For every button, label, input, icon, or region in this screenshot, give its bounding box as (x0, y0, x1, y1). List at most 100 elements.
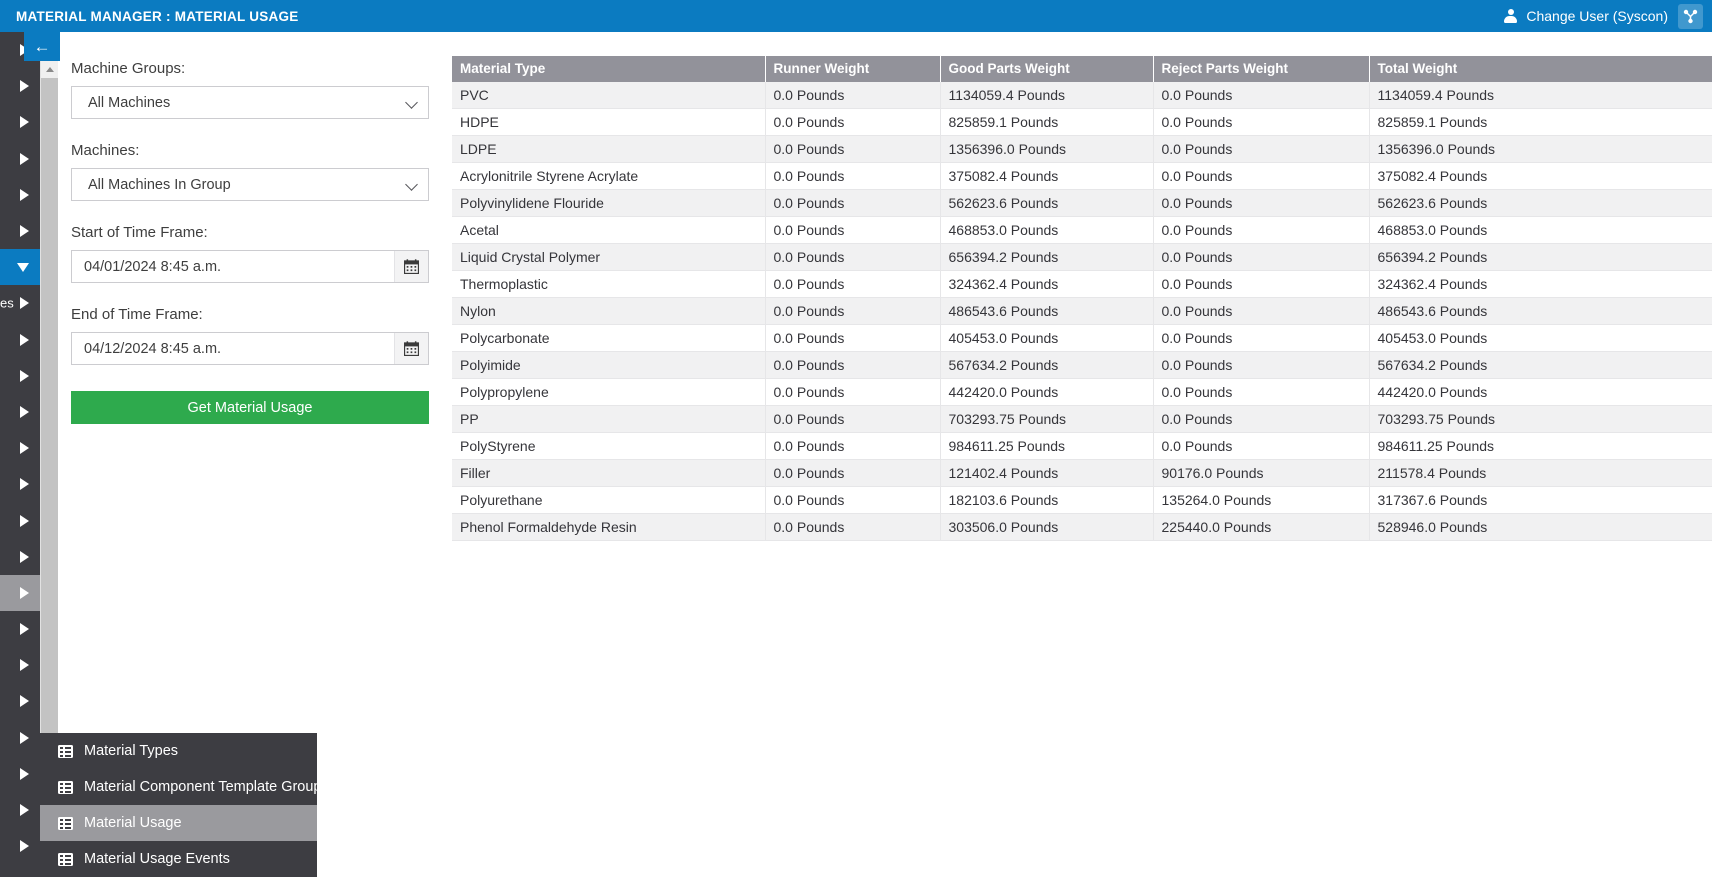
submenu-item-0[interactable]: Material Types (40, 733, 317, 769)
table-row[interactable]: PVC 0.0 Pounds 1134059.4 Pounds 0.0 Pounds 1… (452, 82, 1712, 109)
rail-item-6[interactable] (0, 249, 40, 286)
table-column-header[interactable]: Good Parts Weight (940, 56, 1154, 82)
rail-item-12[interactable] (0, 466, 40, 502)
table-row[interactable]: PolyStyrene 0.0 Pounds 984611.25 Pounds 0.0… (452, 432, 1712, 460)
submenu-item-1[interactable]: Material Component Template Groups (40, 769, 329, 805)
syscon-brand-icon[interactable] (1678, 3, 1703, 29)
rail-item-21[interactable] (0, 792, 40, 828)
submenu-item-2[interactable]: Material Usage (40, 805, 317, 841)
table-cell: Phenol Formaldehyde Resin (452, 513, 766, 541)
rail-item-10[interactable] (0, 394, 40, 430)
chevron-right-icon (20, 333, 29, 346)
header-actions: Change User (Syscon) (1503, 3, 1712, 29)
get-material-usage-button[interactable]: Get Material Usage (71, 391, 429, 424)
table-cell: PVC (452, 82, 766, 109)
table-cell: 528946.0 Pounds (1369, 513, 1712, 541)
table-column-header[interactable]: Reject Parts Weight (1153, 56, 1370, 82)
table-row[interactable]: Nylon 0.0 Pounds 486543.6 Pounds 0.0 Pounds… (452, 297, 1712, 325)
table-row[interactable]: Phenol Formaldehyde Resin 0.0 Pounds 30350… (452, 513, 1712, 541)
table-row[interactable]: Acrylonitrile Styrene Acrylate 0.0 Pounds… (452, 162, 1712, 190)
machines-select[interactable]: All Machines In Group (71, 168, 429, 201)
chevron-right-icon (20, 478, 29, 491)
table-cell: 1356396.0 Pounds (940, 135, 1154, 163)
table-cell: 1134059.4 Pounds (1369, 82, 1712, 109)
chevron-right-icon (20, 442, 29, 455)
rail-item-2[interactable] (0, 104, 40, 140)
table-cell: 468853.0 Pounds (940, 216, 1154, 244)
table-cell: 0.0 Pounds (765, 135, 941, 163)
rail-item-1[interactable] (0, 68, 40, 104)
rail-item-20[interactable] (0, 756, 40, 792)
person-icon (1503, 8, 1518, 24)
rail-item-4[interactable] (0, 177, 40, 213)
chevron-right-icon (20, 695, 29, 708)
table-column-header[interactable]: Material Type (452, 56, 766, 82)
table-row[interactable]: HDPE 0.0 Pounds 825859.1 Pounds 0.0 Pounds 8… (452, 108, 1712, 136)
table-cell: 0.0 Pounds (765, 243, 941, 271)
table-row[interactable]: Polyurethane 0.0 Pounds 182103.6 Pounds 135… (452, 486, 1712, 514)
table-row[interactable]: Filler 0.0 Pounds 121402.4 Pounds 90176.0 P… (452, 459, 1712, 487)
table-column-header[interactable]: Total Weight (1369, 56, 1712, 82)
rail-item-15[interactable] (0, 574, 40, 611)
chevron-right-icon (20, 659, 29, 672)
table-cell: 0.0 Pounds (765, 351, 941, 379)
calendar-icon[interactable] (394, 333, 428, 364)
table-row[interactable]: Polypropylene 0.0 Pounds 442420.0 Pounds 0.… (452, 378, 1712, 406)
scrollbar-thumb[interactable] (41, 78, 58, 740)
rail-item-7[interactable]: es (0, 285, 40, 321)
table-cell: 405453.0 Pounds (940, 324, 1154, 352)
rail-item-22[interactable] (0, 828, 40, 864)
scroll-up-icon[interactable] (41, 61, 58, 78)
table-cell: 442420.0 Pounds (1369, 378, 1712, 406)
table-cell: 303506.0 Pounds (940, 513, 1154, 541)
rail-item-14[interactable] (0, 539, 40, 575)
start-time-field[interactable]: 04/01/2024 8:45 a.m. (71, 250, 429, 283)
table-row[interactable]: Thermoplastic 0.0 Pounds 324362.4 Pounds 0.… (452, 270, 1712, 298)
end-time-input[interactable]: 04/12/2024 8:45 a.m. (72, 333, 394, 364)
table-cell: 0.0 Pounds (765, 432, 941, 460)
rail-item-19[interactable] (0, 720, 40, 756)
table-cell: 0.0 Pounds (765, 270, 941, 298)
table-column-header[interactable]: Runner Weight (765, 56, 941, 82)
page-title: MATERIAL MANAGER : MATERIAL USAGE (16, 8, 299, 24)
table-cell: 182103.6 Pounds (940, 486, 1154, 514)
table-cell: 0.0 Pounds (1153, 82, 1370, 109)
collapse-sidebar-icon[interactable]: ← (24, 32, 60, 61)
table-row[interactable]: Polycarbonate 0.0 Pounds 405453.0 Pounds 0.… (452, 324, 1712, 352)
table-cell: 1356396.0 Pounds (1369, 135, 1712, 163)
table-cell: 0.0 Pounds (765, 108, 941, 136)
rail-item-8[interactable] (0, 322, 40, 358)
machine-groups-label: Machine Groups: (71, 60, 186, 77)
table-cell: 0.0 Pounds (1153, 108, 1370, 136)
rail-item-18[interactable] (0, 683, 40, 719)
calendar-icon[interactable] (394, 251, 428, 282)
rail-item-3[interactable] (0, 141, 40, 177)
change-user-button[interactable]: Change User (Syscon) (1503, 8, 1668, 24)
table-cell: PP (452, 405, 766, 433)
table-cell: 0.0 Pounds (1153, 270, 1370, 298)
table-cell: 567634.2 Pounds (940, 351, 1154, 379)
nav-rail: es (0, 32, 40, 877)
rail-item-13[interactable] (0, 502, 40, 538)
table-row[interactable]: Polyvinylidene Flouride 0.0 Pounds 562623.… (452, 189, 1712, 217)
table-cell: 0.0 Pounds (1153, 297, 1370, 325)
table-row[interactable]: PP 0.0 Pounds 703293.75 Pounds 0.0 Pounds 70… (452, 405, 1712, 433)
table-row[interactable]: LDPE 0.0 Pounds 1356396.0 Pounds 0.0 Pounds… (452, 135, 1712, 163)
change-user-label: Change User (Syscon) (1526, 8, 1668, 24)
table-cell: 121402.4 Pounds (940, 459, 1154, 487)
table-row[interactable]: Polyimide 0.0 Pounds 567634.2 Pounds 0.0 Po… (452, 351, 1712, 379)
machine-groups-select[interactable]: All Machines (71, 86, 429, 119)
rail-item-5[interactable] (0, 213, 40, 249)
rail-item-9[interactable] (0, 358, 40, 394)
chevron-right-icon (20, 767, 29, 780)
rail-item-17[interactable] (0, 647, 40, 683)
table-cell: 0.0 Pounds (1153, 405, 1370, 433)
rail-item-16[interactable] (0, 611, 40, 647)
table-cell: 317367.6 Pounds (1369, 486, 1712, 514)
submenu-item-3[interactable]: Material Usage Events (40, 841, 317, 877)
start-time-input[interactable]: 04/01/2024 8:45 a.m. (72, 251, 394, 282)
rail-item-11[interactable] (0, 430, 40, 466)
table-row[interactable]: Acetal 0.0 Pounds 468853.0 Pounds 0.0 Pound… (452, 216, 1712, 244)
table-row[interactable]: Liquid Crystal Polymer 0.0 Pounds 656394.2… (452, 243, 1712, 271)
end-time-field[interactable]: 04/12/2024 8:45 a.m. (71, 332, 429, 365)
